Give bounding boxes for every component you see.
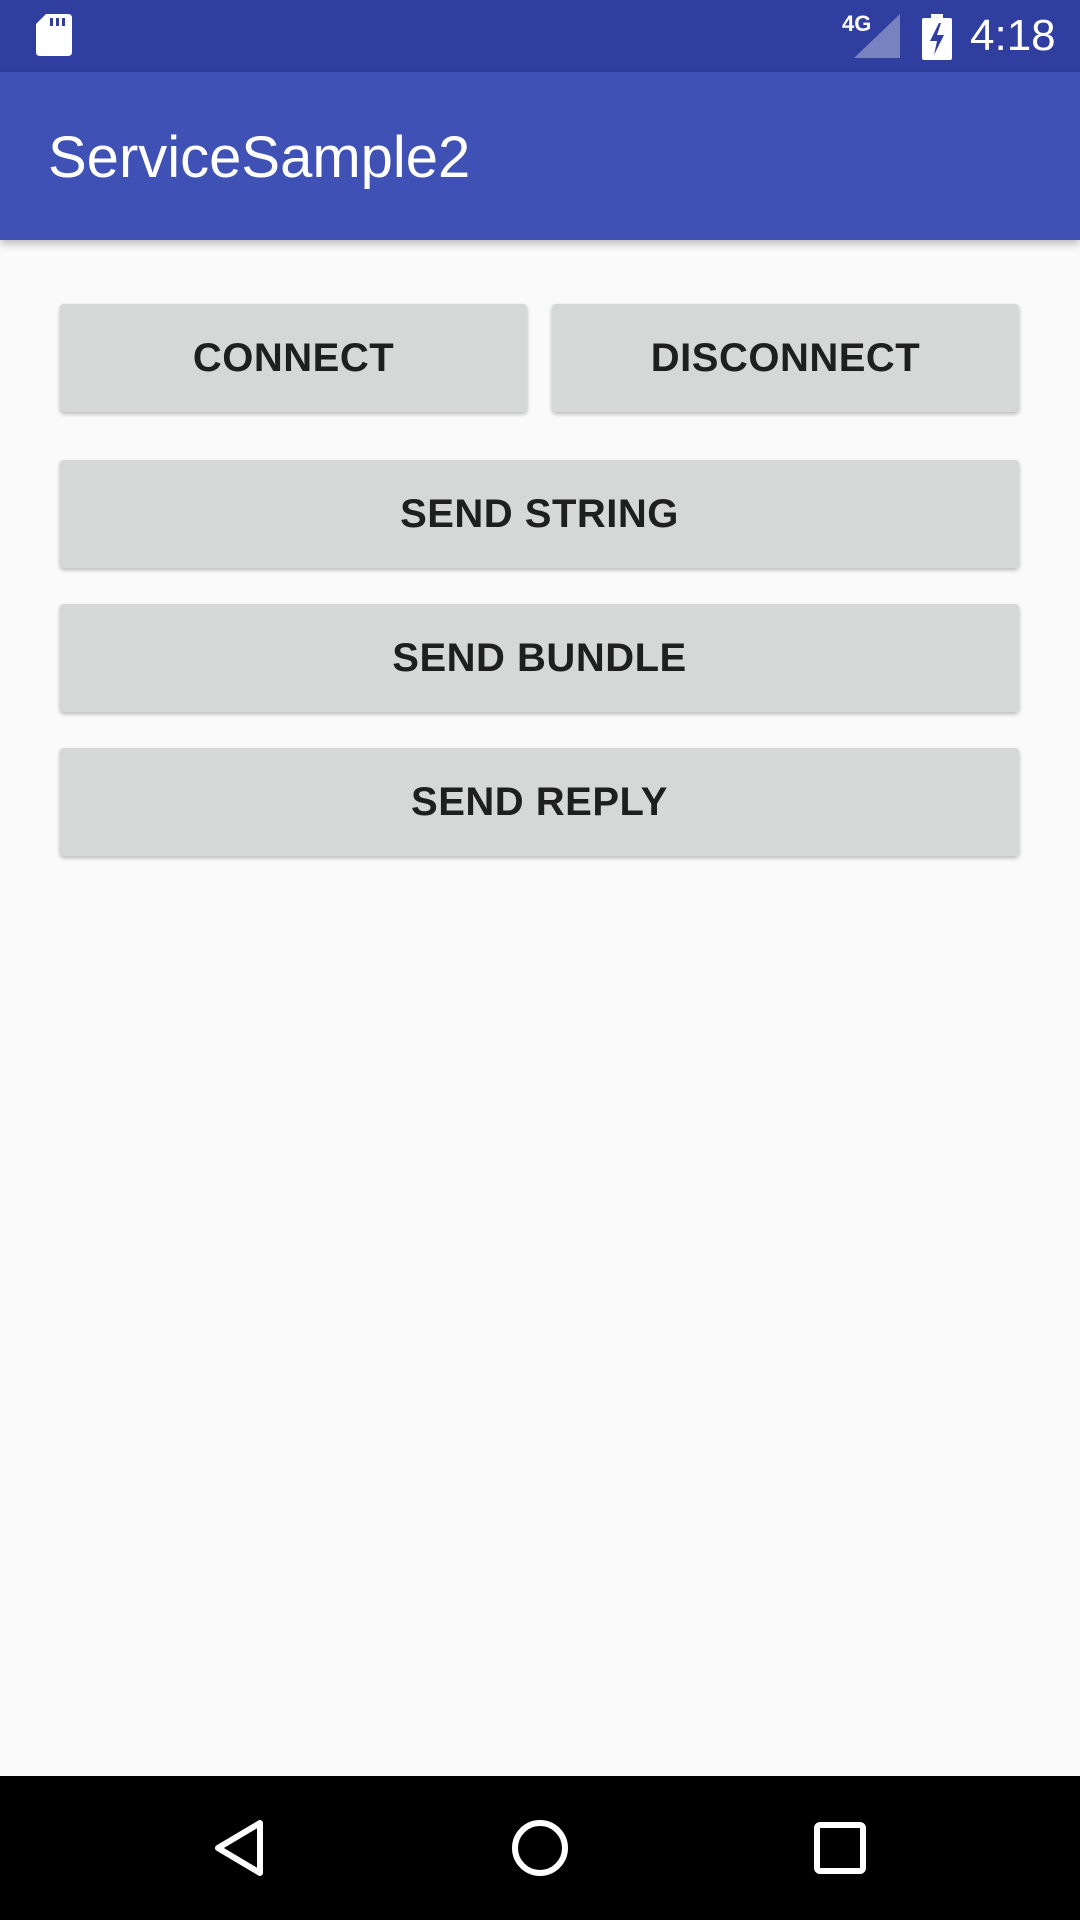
back-button[interactable]: [190, 1798, 290, 1898]
send-bundle-button[interactable]: SEND BUNDLE: [60, 604, 1019, 712]
battery-charging-icon: [922, 14, 952, 60]
main-content: CONNECT DISCONNECT SEND STRING SEND BUND…: [0, 240, 1080, 1776]
back-icon: [215, 1820, 263, 1876]
send-reply-button[interactable]: SEND REPLY: [60, 748, 1019, 856]
sd-card-icon: [36, 14, 72, 56]
connect-button[interactable]: CONNECT: [60, 304, 527, 412]
home-icon: [512, 1820, 568, 1876]
home-button[interactable]: [490, 1798, 590, 1898]
status-time: 4:18: [970, 11, 1056, 60]
app-title: ServiceSample2: [48, 125, 471, 190]
send-string-button[interactable]: SEND STRING: [60, 460, 1019, 568]
recents-icon: [814, 1822, 866, 1874]
network-type-label: 4G: [842, 11, 872, 36]
status-bar: 4G 4:18: [0, 0, 1080, 72]
recents-button[interactable]: [790, 1798, 890, 1898]
disconnect-button[interactable]: DISCONNECT: [552, 304, 1019, 412]
navigation-bar: [0, 1776, 1080, 1920]
cellular-signal: 4G: [842, 11, 900, 60]
app-bar: ServiceSample2: [0, 72, 1080, 240]
